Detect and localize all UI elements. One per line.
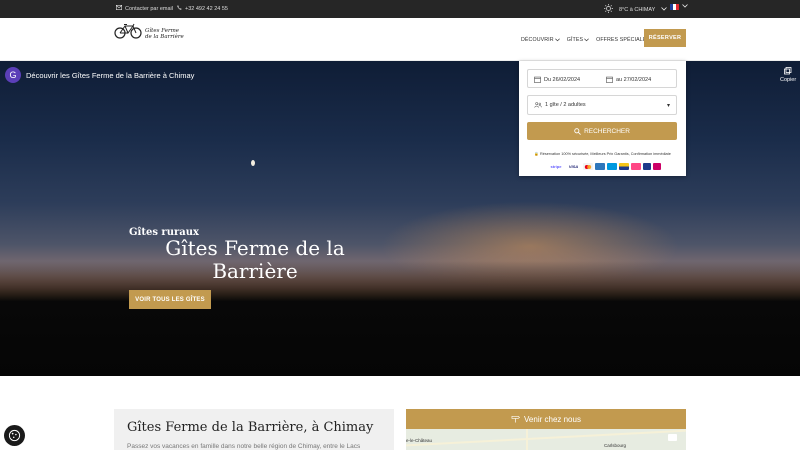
- calendar-icon: [606, 76, 613, 83]
- map-label: Carlsbourg: [604, 443, 627, 448]
- stripe-icon: stripe: [550, 164, 562, 169]
- search-button[interactable]: RECHERCHER: [527, 122, 677, 140]
- intro-section: Gîtes Ferme de la Barrière, à Chimay Pas…: [114, 409, 394, 450]
- booking-widget: Du 26/02/2024 au 27/02/2024 1 gîte / 2 a…: [519, 61, 686, 176]
- weather-widget[interactable]: 8°C à CHIMAY: [604, 4, 668, 15]
- calendar-icon: [534, 76, 541, 83]
- search-icon: [574, 127, 581, 135]
- logo-line-2: de la Barrière: [145, 33, 184, 40]
- visa-icon: VISA: [568, 164, 579, 169]
- people-icon: [534, 102, 542, 108]
- date-to-value: au 27/02/2024: [616, 76, 652, 83]
- bicycle-icon: [114, 23, 142, 44]
- caret-down-icon: ▾: [666, 103, 670, 109]
- phone-link[interactable]: +32 492 42 24 55: [177, 5, 228, 12]
- map-header: Venir chez nous: [406, 409, 686, 429]
- secure-note: 🔒 Réservation 100% sécurisée, Meilleurs …: [524, 151, 681, 156]
- top-bar: Contacter par email +32 492 42 24 55 8°C…: [0, 0, 800, 18]
- phone-icon: [177, 5, 182, 12]
- chevron-down-icon: [661, 6, 668, 13]
- date-to-field[interactable]: au 27/02/2024: [606, 76, 651, 83]
- mastercard-icon: [583, 163, 593, 170]
- hero-title: Gîtes Ferme de la Barrière: [165, 236, 345, 283]
- mail-icon: [116, 5, 123, 12]
- maestro-icon: [607, 163, 617, 170]
- language-selector[interactable]: [670, 4, 688, 10]
- nav-label: OFFRES SPÉCIALES: [596, 37, 651, 43]
- french-flag-icon: [670, 4, 679, 10]
- sun-icon: [604, 4, 613, 15]
- chevron-down-icon: [584, 38, 589, 42]
- nav-item-offres[interactable]: OFFRES SPÉCIALES: [596, 37, 650, 43]
- main-nav: DÉCOUVRIR GÎTES OFFRES SPÉCIALES: [521, 37, 650, 43]
- video-title-bar[interactable]: G Découvrir les Gîtes Ferme de la Barriè…: [5, 67, 194, 83]
- signpost-icon: [511, 416, 521, 423]
- chevron-down-icon: [554, 38, 560, 42]
- site-logo[interactable]: Gîtes Ferme de la Barrière: [114, 23, 184, 44]
- search-label: RECHERCHER: [584, 127, 630, 135]
- logo-text: Gîtes Ferme de la Barrière: [145, 28, 184, 40]
- secure-text: Réservation 100% sécurisée, Meilleurs Pr…: [539, 152, 671, 156]
- amex-icon: [595, 163, 605, 170]
- bancontact-icon: [619, 163, 629, 170]
- date-from-field[interactable]: Du 26/02/2024: [534, 76, 580, 83]
- payconiq-icon: [631, 163, 641, 170]
- nav-label: DÉCOUVRIR: [521, 37, 554, 43]
- contact-email-link[interactable]: Contacter par email: [116, 5, 173, 12]
- intro-text: Passez vos vacances en famille dans notr…: [127, 443, 361, 450]
- bc-icon: [643, 163, 651, 170]
- channel-avatar[interactable]: G: [5, 67, 21, 83]
- nav-item-gites[interactable]: GÎTES: [567, 37, 589, 43]
- moon-icon: [251, 160, 255, 166]
- copy-label: Copier: [780, 77, 797, 83]
- cookie-icon: [8, 429, 21, 442]
- nav-item-decouvrir[interactable]: DÉCOUVRIR: [521, 37, 560, 43]
- guests-select[interactable]: 1 gîte / 2 adultes ▾: [527, 95, 677, 115]
- cookie-settings-button[interactable]: [4, 425, 25, 446]
- logo-line-1: Gîtes Ferme: [145, 27, 180, 34]
- weather-text: 8°C à CHIMAY: [619, 6, 656, 13]
- map-road: [406, 429, 686, 447]
- book-button[interactable]: RÉSERVER: [644, 29, 686, 47]
- guests-value: 1 gîte / 2 adultes: [545, 102, 586, 108]
- map-label: e-le-Château: [406, 438, 433, 443]
- payment-methods: stripe VISA: [548, 163, 661, 170]
- location-map[interactable]: e-le-Château Carlsbourg: [406, 429, 686, 450]
- date-range-picker[interactable]: Du 26/02/2024 au 27/02/2024: [527, 69, 677, 88]
- chevron-down-icon: [682, 4, 688, 10]
- ideal-icon: [653, 163, 661, 170]
- copy-icon: [784, 67, 792, 75]
- hero-landscape: [0, 261, 800, 376]
- map-road: [526, 429, 528, 450]
- copy-link-button[interactable]: Copier: [780, 67, 796, 83]
- view-all-gites-button[interactable]: VOIR TOUS LES GÎTES: [129, 290, 211, 309]
- map-layers-icon[interactable]: [668, 434, 677, 441]
- site-header: Gîtes Ferme de la Barrière DÉCOUVRIR GÎT…: [0, 18, 800, 61]
- intro-title: Gîtes Ferme de la Barrière, à Chimay: [127, 420, 374, 435]
- video-title[interactable]: Découvrir les Gîtes Ferme de la Barrière…: [26, 71, 194, 80]
- contact-label: Contacter par email: [125, 5, 173, 12]
- nav-label: GÎTES: [566, 37, 584, 43]
- map-header-label: Venir chez nous: [524, 414, 581, 424]
- date-from-value: Du 26/02/2024: [544, 76, 581, 83]
- lock-icon: 🔒: [534, 152, 539, 156]
- phone-number: +32 492 42 24 55: [185, 5, 228, 12]
